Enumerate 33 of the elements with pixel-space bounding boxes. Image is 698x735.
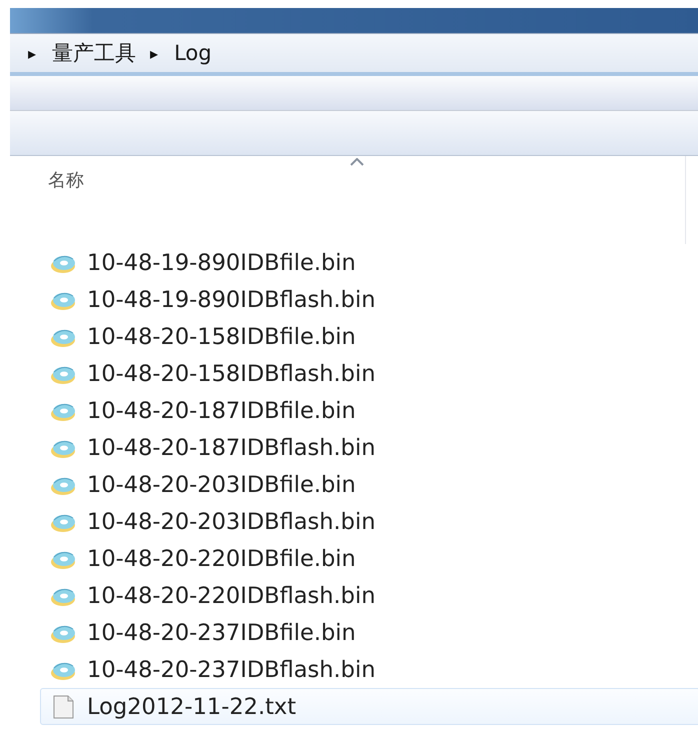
file-item[interactable]: 10-48-20-187IDBflash.bin xyxy=(40,429,698,466)
file-item[interactable]: 10-48-20-203IDBflash.bin xyxy=(40,503,698,540)
file-item[interactable]: 10-48-20-237IDBfile.bin xyxy=(40,614,698,651)
file-name: 10-48-20-203IDBfile.bin xyxy=(87,472,356,498)
file-name: 10-48-19-890IDBfile.bin xyxy=(87,250,356,276)
file-item[interactable]: 10-48-20-220IDBflash.bin xyxy=(40,577,698,614)
file-item[interactable]: 10-48-20-158IDBflash.bin xyxy=(40,355,698,392)
file-name: Log2012-11-22.txt xyxy=(87,694,296,720)
file-name: 10-48-20-158IDBfile.bin xyxy=(87,324,356,350)
breadcrumb-arrow[interactable]: ▸ xyxy=(150,44,158,62)
file-name: 10-48-20-237IDBfile.bin xyxy=(87,620,356,646)
sort-caret-icon xyxy=(350,158,364,166)
breadcrumb-item[interactable]: 量产工具 xyxy=(52,39,136,67)
file-name: 10-48-20-220IDBflash.bin xyxy=(87,582,376,608)
file-name: 10-48-20-187IDBflash.bin xyxy=(87,434,376,460)
file-name: 10-48-20-237IDBflash.bin xyxy=(87,656,376,682)
breadcrumb-arrow[interactable]: ▸ xyxy=(28,44,36,62)
file-name: 10-48-19-890IDBflash.bin xyxy=(87,286,376,312)
column-header[interactable]: 名称 xyxy=(48,168,84,192)
file-name: 10-48-20-220IDBfile.bin xyxy=(87,546,356,572)
breadcrumb-item[interactable]: Log xyxy=(174,41,212,65)
file-item[interactable]: 10-48-20-237IDBflash.bin xyxy=(40,651,698,688)
file-item[interactable]: 10-48-19-890IDBfile.bin xyxy=(40,244,698,281)
file-item[interactable]: 10-48-19-890IDBflash.bin xyxy=(40,281,698,318)
file-name: 10-48-20-158IDBflash.bin xyxy=(87,360,376,386)
address-bar[interactable]: ▸ 量产工具 ▸ Log xyxy=(10,33,698,76)
file-name: 10-48-20-203IDBflash.bin xyxy=(87,508,376,534)
file-item[interactable]: 10-48-20-203IDBfile.bin xyxy=(40,466,698,503)
file-item[interactable]: Log2012-11-22.txt xyxy=(40,688,698,725)
file-name: 10-48-20-187IDBfile.bin xyxy=(87,398,356,424)
file-item[interactable]: 10-48-20-187IDBfile.bin xyxy=(40,392,698,429)
file-item[interactable]: 10-48-20-158IDBfile.bin xyxy=(40,318,698,355)
file-item[interactable]: 10-48-20-220IDBfile.bin xyxy=(40,540,698,577)
